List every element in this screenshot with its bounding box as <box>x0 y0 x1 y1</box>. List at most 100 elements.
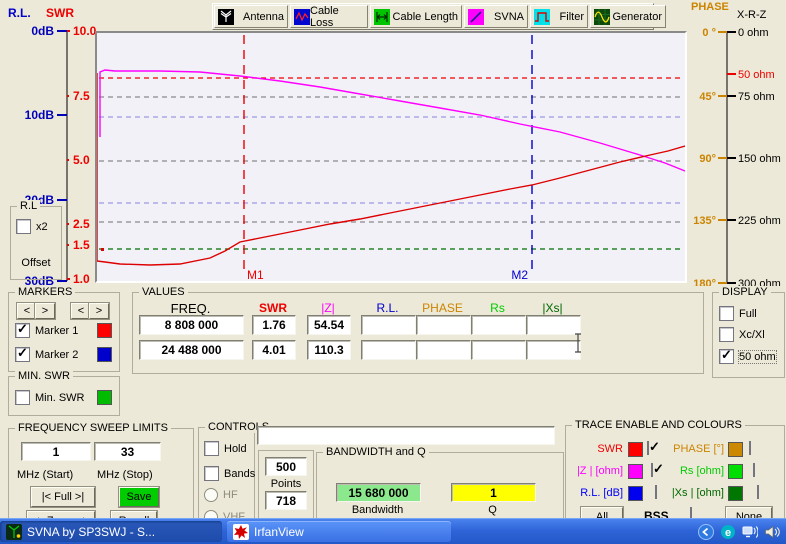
rl-x2-checkbox[interactable] <box>16 219 31 234</box>
m2-rl-field[interactable] <box>361 340 416 360</box>
plot-area[interactable]: M1M2 <box>95 31 687 283</box>
rl-tick-label: 10dB <box>25 108 55 122</box>
tray-antivirus-icon[interactable]: e <box>720 524 736 540</box>
marker1-checkbox[interactable] <box>15 323 30 338</box>
tray-collapse-chevron-icon[interactable] <box>698 524 714 540</box>
swr-tick-label: 5.0 <box>73 153 90 167</box>
marker1-label: Marker 1 <box>35 325 78 337</box>
m1-z-field[interactable]: 54.54 <box>307 315 351 335</box>
marker1-prev-button[interactable]: < <box>17 303 37 319</box>
m2-freq-field[interactable]: 24 488 000 <box>139 340 244 360</box>
values-group-title: VALUES <box>139 286 188 298</box>
display-50ohm-checkbox[interactable] <box>719 349 734 364</box>
min-swr-checkbox[interactable] <box>15 390 30 405</box>
trace-phase-checkbox[interactable] <box>749 441 751 455</box>
stop-freq-label: MHz (Stop) <box>97 469 153 481</box>
antenna-icon <box>218 9 234 25</box>
svna-label: SVNA <box>494 11 524 23</box>
cable-length-mode-button[interactable]: Cable Length <box>370 5 462 28</box>
markers-group-title: MARKERS <box>15 286 75 298</box>
q-field[interactable]: 1 <box>451 483 536 502</box>
svna-icon <box>468 9 484 25</box>
trace-rl-swatch[interactable] <box>628 486 643 501</box>
mode-toolbar: Antenna Cable Loss Cable Length SVNA Fil… <box>212 3 654 30</box>
trace-z-swatch[interactable] <box>628 464 643 479</box>
svna-app-icon <box>6 524 22 540</box>
points-top-field[interactable]: 500 <box>265 457 307 476</box>
trace-phase-swatch[interactable] <box>728 442 743 457</box>
generator-icon <box>594 9 610 25</box>
stop-freq-input[interactable]: 33 <box>94 442 161 461</box>
marker2-next-button[interactable]: > <box>89 303 109 319</box>
filter-mode-button[interactable]: Filter <box>530 5 588 28</box>
start-freq-input[interactable]: 1 <box>21 442 91 461</box>
rl-offset-group-title: R.L <box>17 200 40 212</box>
trace-z-checkbox[interactable] <box>651 463 653 477</box>
phase-tick-label: 45° <box>699 91 716 103</box>
marker-label-m2: M2 <box>511 268 528 281</box>
trace-swr-swatch[interactable] <box>628 442 643 457</box>
m1-xs-field[interactable] <box>526 315 581 335</box>
phase-axis-title: PHASE <box>691 1 729 13</box>
trace-xs-checkbox[interactable] <box>757 485 759 499</box>
status-message-input[interactable] <box>257 426 555 445</box>
m1-swr-field[interactable]: 1.76 <box>252 315 296 335</box>
marker2-checkbox[interactable] <box>15 347 30 362</box>
m2-phase-field[interactable] <box>416 340 471 360</box>
col-header-swr: SWR <box>252 301 294 315</box>
m1-freq-field[interactable]: 8 808 000 <box>139 315 244 335</box>
svna-mode-button[interactable]: SVNA <box>464 5 528 28</box>
marker2-prev-button[interactable]: < <box>71 303 91 319</box>
points-bottom-field[interactable]: 718 <box>265 491 307 510</box>
generator-mode-button[interactable]: Generator <box>590 5 666 28</box>
marker1-next-button[interactable]: > <box>35 303 55 319</box>
antenna-mode-button[interactable]: Antenna <box>214 5 288 28</box>
ohm-tick-label: 150 ohm <box>738 153 781 165</box>
cable-length-label: Cable Length <box>393 11 458 23</box>
cable-loss-mode-button[interactable]: Cable Loss <box>290 5 368 28</box>
display-full-checkbox[interactable] <box>719 306 734 321</box>
trace-xs-swatch[interactable] <box>728 486 743 501</box>
swr-tick-label: 10.0 <box>73 24 97 38</box>
xrz-axis-title: X-R-Z <box>737 9 766 21</box>
hold-checkbox[interactable] <box>204 441 219 456</box>
offset-button[interactable]: Offset <box>14 253 58 273</box>
trace-rs-checkbox[interactable] <box>753 463 755 477</box>
ohm-tick-label: 300 ohm <box>738 278 781 286</box>
trace-rs-swatch[interactable] <box>728 464 743 479</box>
save-button[interactable]: Save <box>119 487 159 507</box>
trace-rs-label: Rs [ohm] <box>656 465 724 477</box>
display-xcxl-checkbox[interactable] <box>719 327 734 342</box>
m1-rs-field[interactable] <box>471 315 526 335</box>
full-sweep-button[interactable]: |< Full >| <box>31 487 95 507</box>
taskbar-svna-button[interactable]: SVNA by SP3SWJ - S... <box>0 521 222 542</box>
phase-tick-label: 135° <box>693 215 716 227</box>
col-header-rs: Rs <box>471 301 524 315</box>
trace-swr-checkbox[interactable] <box>647 441 649 455</box>
sweep-chart: M1M2 <box>97 33 685 281</box>
m2-swr-field[interactable]: 4.01 <box>252 340 296 360</box>
m1-rl-field[interactable] <box>361 315 416 335</box>
tray-volume-icon[interactable] <box>764 524 780 540</box>
m2-rs-field[interactable] <box>471 340 526 360</box>
tray-network-icon[interactable] <box>742 524 758 540</box>
col-header-z: |Z| <box>307 301 349 315</box>
trace-rl-label: R.L. [dB] <box>566 487 623 499</box>
sweep-limits-title: FREQUENCY SWEEP LIMITS <box>15 422 171 434</box>
marker2-color-swatch[interactable] <box>97 347 112 362</box>
m1-phase-field[interactable] <box>416 315 471 335</box>
taskbar-irfanview-button[interactable]: IrfanView <box>227 521 451 542</box>
m2-z-field[interactable]: 110.3 <box>307 340 351 360</box>
hf-radio[interactable] <box>204 488 218 502</box>
antenna-label: Antenna <box>243 11 284 23</box>
marker1-color-swatch[interactable] <box>97 323 112 338</box>
trace-xs-label: |Xs | [ohm] <box>656 487 724 499</box>
swr-tick-label: 2.5 <box>73 217 90 231</box>
ohm-tick-label: 0 ohm <box>738 27 769 39</box>
min-swr-color-swatch[interactable] <box>97 390 112 405</box>
col-header-rl: R.L. <box>361 301 414 315</box>
bands-checkbox[interactable] <box>204 466 219 481</box>
trace-phase-label: PHASE [°] <box>656 443 724 455</box>
bandwidth-field[interactable]: 15 680 000 <box>336 483 421 502</box>
filter-label: Filter <box>560 11 584 23</box>
